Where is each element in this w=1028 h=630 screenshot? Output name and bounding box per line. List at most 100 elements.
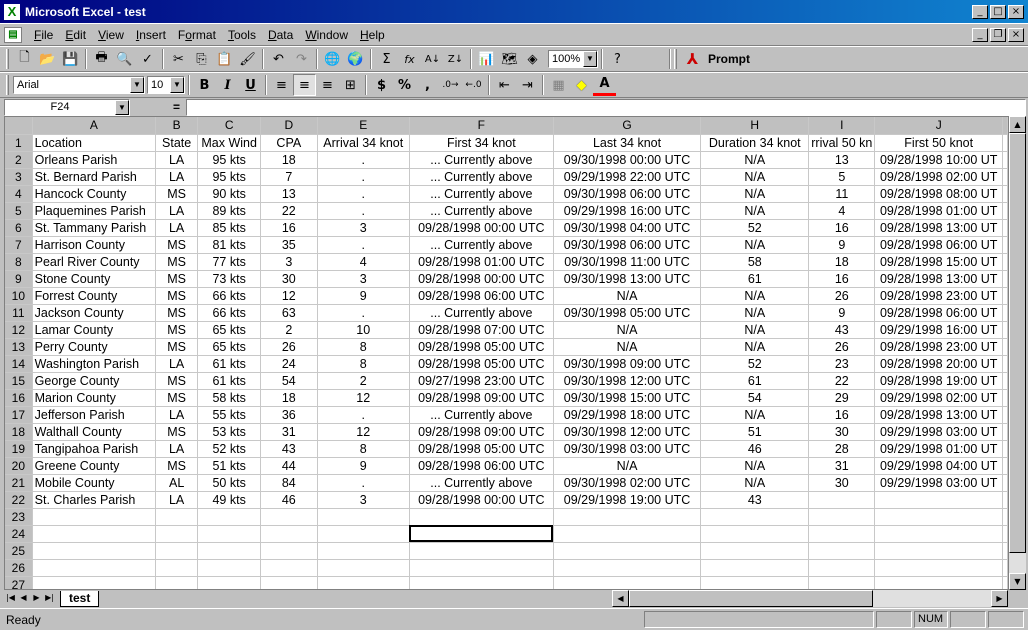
cell-F10[interactable]: 09/28/1998 06:00 UTC (409, 287, 554, 305)
borders-icon[interactable]: ▦ (547, 74, 570, 96)
cell-B20[interactable]: MS (155, 457, 199, 475)
cell-E17[interactable]: . (317, 406, 410, 424)
cell-G11[interactable]: 09/30/1998 05:00 UTC (553, 304, 702, 322)
cell-J1[interactable]: First 50 knot (874, 134, 1003, 152)
cell-F9[interactable]: 09/28/1998 00:00 UTC (409, 270, 554, 288)
cell-A25[interactable] (32, 542, 157, 560)
name-box[interactable]: F24 ▼ (4, 98, 130, 116)
cell-E10[interactable]: 9 (317, 287, 410, 305)
sort-ascending-icon[interactable]: A↓ (421, 48, 444, 70)
column-header-J[interactable]: J (874, 117, 1003, 135)
cell-J27[interactable] (874, 576, 1003, 589)
cell-A6[interactable]: St. Tammany Parish (32, 219, 157, 237)
print-preview-icon[interactable]: 🔍 (113, 48, 136, 70)
minimize-button[interactable]: _ (972, 4, 988, 19)
menu-item-6[interactable]: Data (262, 26, 299, 44)
cell-B2[interactable]: LA (155, 151, 199, 169)
cell-C24[interactable] (197, 525, 262, 543)
cell-E22[interactable]: 3 (317, 491, 410, 509)
row-header[interactable]: 3 (5, 168, 33, 186)
row-header[interactable]: 8 (5, 253, 33, 271)
cell-H24[interactable] (700, 525, 810, 543)
cell-C8[interactable]: 77 kts (197, 253, 262, 271)
paste-icon[interactable]: 📋 (213, 48, 236, 70)
cell-F23[interactable] (409, 508, 554, 526)
cell-I18[interactable]: 30 (808, 423, 876, 441)
doc-minimize-button[interactable]: _ (972, 27, 988, 42)
office-assistant-icon[interactable]: ? (606, 48, 629, 70)
row-header[interactable]: 25 (5, 542, 33, 560)
next-sheet-icon[interactable]: ▶ (30, 591, 43, 606)
cell-E6[interactable]: 3 (317, 219, 410, 237)
autosum-icon[interactable]: Σ (375, 48, 398, 70)
cell-H14[interactable]: 52 (700, 355, 810, 373)
cell-B1[interactable]: State (155, 134, 199, 152)
cell-A5[interactable]: Plaquemines Parish (32, 202, 157, 220)
row-header[interactable]: 23 (5, 508, 33, 526)
cell-C7[interactable]: 81 kts (197, 236, 262, 254)
merge-center-icon[interactable]: ⊞ (339, 74, 362, 96)
column-header-A[interactable]: A (32, 117, 157, 135)
toolbar-grip[interactable] (6, 49, 9, 69)
cell-B6[interactable]: LA (155, 219, 199, 237)
cell-B5[interactable]: LA (155, 202, 199, 220)
cell-A12[interactable]: Lamar County (32, 321, 157, 339)
chevron-down-icon[interactable]: ▼ (170, 77, 184, 93)
menu-item-5[interactable]: Tools (222, 26, 262, 44)
cell-H16[interactable]: 54 (700, 389, 810, 407)
cell-E7[interactable]: . (317, 236, 410, 254)
cell-B27[interactable] (155, 576, 199, 589)
row-header[interactable]: 13 (5, 338, 33, 356)
cell-I6[interactable]: 16 (808, 219, 876, 237)
cell-D1[interactable]: CPA (260, 134, 318, 152)
cell-I4[interactable]: 11 (808, 185, 876, 203)
cell-C27[interactable] (197, 576, 262, 589)
cell-E11[interactable]: . (317, 304, 410, 322)
cell-F13[interactable]: 09/28/1998 05:00 UTC (409, 338, 554, 356)
chevron-down-icon[interactable]: ▼ (130, 77, 144, 93)
cell-H5[interactable]: N/A (700, 202, 810, 220)
cell-B13[interactable]: MS (155, 338, 199, 356)
cell-B10[interactable]: MS (155, 287, 199, 305)
drawing-icon[interactable]: ◈ (521, 48, 544, 70)
cell-D24[interactable] (260, 525, 318, 543)
italic-button[interactable]: I (216, 74, 239, 96)
cell-H27[interactable] (700, 576, 810, 589)
cell-E9[interactable]: 3 (317, 270, 410, 288)
cell-C23[interactable] (197, 508, 262, 526)
cell-F5[interactable]: ... Currently above (409, 202, 554, 220)
cell-G15[interactable]: 09/30/1998 12:00 UTC (553, 372, 702, 390)
cell-E4[interactable]: . (317, 185, 410, 203)
cell-B14[interactable]: LA (155, 355, 199, 373)
cell-H13[interactable]: N/A (700, 338, 810, 356)
cell-F27[interactable] (409, 576, 554, 589)
cell-G14[interactable]: 09/30/1998 09:00 UTC (553, 355, 702, 373)
align-center-icon[interactable]: ≡ (293, 74, 316, 96)
cell-B17[interactable]: LA (155, 406, 199, 424)
hyperlink-icon[interactable]: 🌐 (321, 48, 344, 70)
cell-C15[interactable]: 61 kts (197, 372, 262, 390)
cell-B11[interactable]: MS (155, 304, 199, 322)
cell-I9[interactable]: 16 (808, 270, 876, 288)
cell-C5[interactable]: 89 kts (197, 202, 262, 220)
cell-E25[interactable] (317, 542, 410, 560)
cell-D20[interactable]: 44 (260, 457, 318, 475)
cell-E1[interactable]: Arrival 34 knot (317, 134, 410, 152)
cell-B25[interactable] (155, 542, 199, 560)
cell-I27[interactable] (808, 576, 876, 589)
horizontal-scrollbar[interactable]: ◀ ▶ (612, 590, 1008, 607)
row-header[interactable]: 1 (5, 134, 33, 152)
cell-J23[interactable] (874, 508, 1003, 526)
cell-I5[interactable]: 4 (808, 202, 876, 220)
row-header[interactable]: 18 (5, 423, 33, 441)
cell-J15[interactable]: 09/28/1998 19:00 UT (874, 372, 1003, 390)
row-header[interactable]: 15 (5, 372, 33, 390)
cell-J5[interactable]: 09/28/1998 01:00 UT (874, 202, 1003, 220)
cell-G23[interactable] (553, 508, 702, 526)
cell-I19[interactable]: 28 (808, 440, 876, 458)
cell-G3[interactable]: 09/29/1998 22:00 UTC (553, 168, 702, 186)
cell-J3[interactable]: 09/28/1998 02:00 UT (874, 168, 1003, 186)
row-header[interactable]: 9 (5, 270, 33, 288)
cell-E14[interactable]: 8 (317, 355, 410, 373)
cell-A1[interactable]: Location (32, 134, 157, 152)
